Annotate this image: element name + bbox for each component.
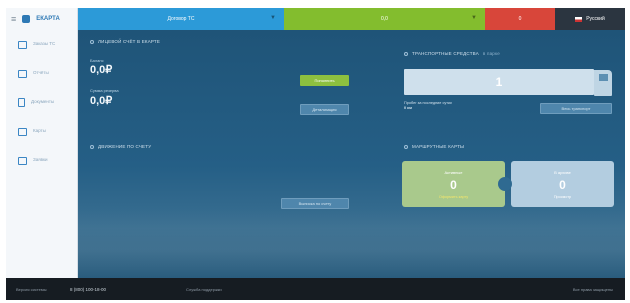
reserve-value: 0,0₽ <box>90 95 113 107</box>
personal-account-title: ЛИЦЕВОЙ СЧЁТ В ЕКАРТЕ <box>90 39 160 44</box>
report-icon <box>18 69 27 78</box>
support-link[interactable]: Служба поддержки <box>186 287 222 292</box>
active-cards-count: 0 <box>450 177 457 192</box>
app-window: ≡ ЕКАРТА Заказы ТС Отчёты Документы Карт… <box>6 8 625 300</box>
top-bar: Договор ТС ▼ 0,0 ▼ 0 Русский <box>78 8 625 30</box>
view-archive-link[interactable]: Просмотр <box>554 195 571 199</box>
brand-logo-icon <box>22 15 31 23</box>
account-selector[interactable]: Договор ТС ▼ <box>78 8 284 30</box>
section-title-text: ДВИЖЕНИЕ ПО СЧЕТУ <box>98 144 152 149</box>
background-image <box>78 208 625 278</box>
sidebar: ≡ ЕКАРТА Заказы ТС Отчёты Документы Карт… <box>6 8 78 278</box>
dashboard: ЛИЦЕВОЙ СЧЁТ В ЕКАРТЕ Баланс 0,0₽ Пополн… <box>78 30 625 278</box>
chat-icon <box>18 156 27 165</box>
balance-value: 0,0₽ <box>90 64 113 76</box>
sidebar-item-reports[interactable]: Отчёты <box>6 59 77 88</box>
section-title-text: МАРШРУТНЫЕ КАРТЫ <box>412 144 465 149</box>
archived-cards-ticket[interactable]: В архиве 0 Просмотр <box>511 161 614 207</box>
vehicles-title: ТРАНСПОРТНЫЕ СРЕДСТВА в парке <box>404 51 500 56</box>
vehicle-count: 1 <box>495 75 503 89</box>
sidebar-item-label: Заявки <box>33 157 48 163</box>
mileage-value: 0 км <box>404 105 412 110</box>
section-icon <box>404 51 408 56</box>
section-icon <box>90 39 94 44</box>
sidebar-item-label: Отчёты <box>33 70 49 76</box>
issue-card-link[interactable]: Оформить карту <box>439 195 468 199</box>
truck-icon <box>18 40 27 49</box>
statement-button[interactable]: Выписка по счету <box>281 198 349 209</box>
document-icon <box>18 98 25 107</box>
details-button[interactable]: Детализация <box>300 104 349 115</box>
sidebar-item-documents[interactable]: Документы <box>6 88 77 117</box>
balance-selector[interactable]: 0,0 ▼ <box>284 8 485 30</box>
route-cards-title: МАРШРУТНЫЕ КАРТЫ <box>404 144 464 149</box>
balance-label: 0,0 <box>381 16 388 22</box>
language-label: Русский <box>586 16 605 22</box>
version-text: Версия системы <box>16 286 47 292</box>
archived-cards-label: В архиве <box>554 169 571 175</box>
copyright-text: Все права защищены <box>572 286 613 292</box>
support-phone[interactable]: 8 (800) 100-18-00 <box>70 287 106 292</box>
account-label: Договор ТС <box>167 16 195 22</box>
sidebar-item-label: Документы <box>31 99 55 105</box>
active-cards-label: Активные <box>444 169 463 175</box>
chevron-down-icon: ▼ <box>270 15 276 21</box>
section-icon <box>404 144 408 149</box>
topup-button[interactable]: Пополнить <box>300 75 349 86</box>
card-icon <box>18 127 27 136</box>
archived-cards-count: 0 <box>559 177 566 192</box>
all-vehicles-button[interactable]: Весь транспорт <box>540 103 612 114</box>
sidebar-item-requests[interactable]: Заявки <box>6 146 77 175</box>
alerts-count: 0 <box>518 16 522 22</box>
vehicle-count-banner[interactable]: 1 <box>404 69 594 95</box>
sidebar-item-cards[interactable]: Карты <box>6 117 77 146</box>
language-selector[interactable]: Русский <box>555 8 625 30</box>
alerts-button[interactable]: 0 <box>485 8 555 30</box>
logo-row: ≡ ЕКАРТА <box>6 8 77 30</box>
truck-window <box>599 74 608 81</box>
menu-icon[interactable]: ≡ <box>11 14 16 24</box>
footer: Версия системы 8 (800) 100-18-00 Служба … <box>6 278 625 300</box>
active-cards-ticket[interactable]: Активные 0 Оформить карту <box>402 161 505 207</box>
sidebar-item-label: Карты <box>33 128 46 134</box>
mileage-note: Пробег за последние сутки 0 км <box>404 101 452 110</box>
sidebar-item-orders[interactable]: Заказы ТС <box>6 30 77 59</box>
section-icon <box>90 144 94 149</box>
chevron-down-icon: ▼ <box>471 15 477 21</box>
brand-name: ЕКАРТА <box>36 16 60 22</box>
ticket-notch <box>498 177 512 191</box>
movements-title: ДВИЖЕНИЕ ПО СЧЕТУ <box>90 144 151 149</box>
section-title-text: ЛИЦЕВОЙ СЧЁТ В ЕКАРТЕ <box>98 39 161 44</box>
flag-icon <box>575 16 583 22</box>
section-title-text: ТРАНСПОРТНЫЕ СРЕДСТВА <box>412 51 479 56</box>
section-subtitle: в парке <box>482 51 500 56</box>
sidebar-item-label: Заказы ТС <box>33 41 56 47</box>
